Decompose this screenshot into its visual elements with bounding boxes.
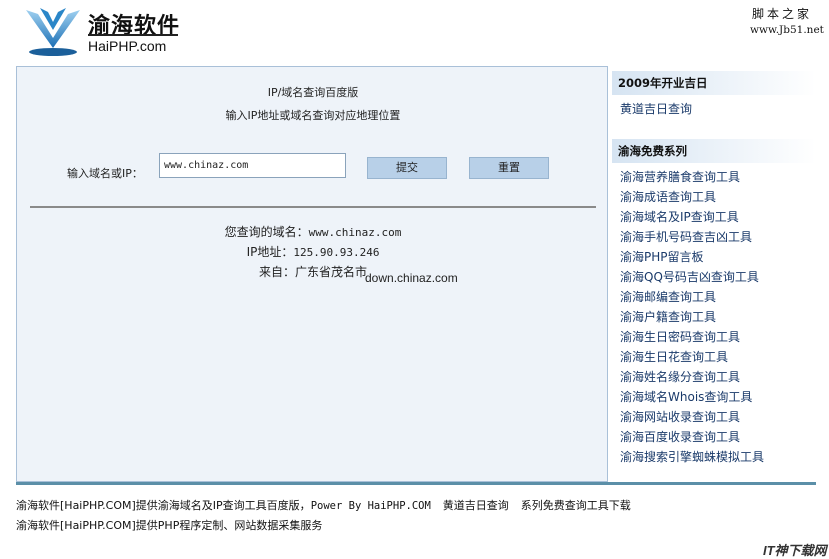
tool-subtitle: 输入IP地址或域名查询对应地理位置 <box>225 109 401 122</box>
tool-title: IP/域名查询百度版 <box>267 86 359 99</box>
sidebar-link[interactable]: 渝海户籍查询工具 <box>620 308 716 325</box>
footer-link-download[interactable]: 系列免费查询工具下载 <box>521 499 631 512</box>
submit-button[interactable]: 提交 <box>367 157 447 179</box>
result-domain-value: www.chinaz.com <box>308 226 402 239</box>
sidebar-link[interactable]: 渝海域名及IP查询工具 <box>620 208 739 225</box>
query-panel: IP/域名查询百度版 输入IP地址或域名查询对应地理位置 输入域名或IP： 提交… <box>16 66 608 482</box>
sidebar-link-huangdao[interactable]: 黄道吉日查询 <box>620 100 692 117</box>
sidebar-link[interactable]: 渝海生日花查询工具 <box>620 348 728 365</box>
brand-underline <box>88 34 178 36</box>
sidebar-section-opening-days-title: 2009年开业吉日 <box>612 71 816 95</box>
divider <box>30 206 596 208</box>
domain-input[interactable] <box>159 153 346 178</box>
sidebar-link[interactable]: 渝海搜索引擎蜘蛛模拟工具 <box>620 448 764 465</box>
sidebar-link[interactable]: 渝海域名Whois查询工具 <box>620 388 752 405</box>
result-location: 来自：广东省茂名市 <box>17 263 609 280</box>
footer-copyright-text: 渝海软件[HaiPHP.COM]提供渝海域名及IP查询工具百度版， <box>16 499 311 512</box>
sidebar-link[interactable]: 渝海网站收录查询工具 <box>620 408 740 425</box>
watermark-text: down.chinaz.com <box>365 271 458 285</box>
result-ip: IP地址：125.90.93.246 <box>17 243 609 260</box>
haiphp-logo-icon <box>26 8 80 56</box>
sidebar-link[interactable]: 渝海百度收录查询工具 <box>620 428 740 445</box>
sidebar-link[interactable]: 渝海生日密码查询工具 <box>620 328 740 345</box>
sidebar-link[interactable]: 渝海成语查询工具 <box>620 188 716 205</box>
brand-url: HaiPHP.com <box>88 38 167 54</box>
corner-site-url: www.Jb51.net <box>750 24 824 36</box>
corner-watermark-logo: IT神下载网 <box>763 543 827 558</box>
result-domain: 您查询的域名：www.chinaz.com <box>17 223 609 240</box>
sidebar-link[interactable]: 渝海姓名缘分查询工具 <box>620 368 740 385</box>
sidebar-section-free-series-title: 渝海免费系列 <box>612 139 816 163</box>
sidebar-link[interactable]: 渝海PHP留言板 <box>620 248 704 265</box>
result-location-label: 来自： <box>258 265 295 279</box>
footer-power-text: Power By HaiPHP.COM <box>310 500 431 512</box>
footer-line-1: 渝海软件[HaiPHP.COM]提供渝海域名及IP查询工具百度版，Power B… <box>16 497 631 513</box>
sidebar-link[interactable]: 渝海手机号码查吉凶工具 <box>620 228 752 245</box>
sidebar-link[interactable]: 渝海QQ号码吉凶查询工具 <box>620 268 759 285</box>
result-location-value: 广东省茂名市 <box>295 265 368 279</box>
sidebar-link[interactable]: 渝海邮编查询工具 <box>620 288 716 305</box>
corner-site-title: 脚本之家 <box>752 7 813 21</box>
footer-divider <box>16 482 816 485</box>
reset-button[interactable]: 重置 <box>469 157 549 179</box>
footer-line-2: 渝海软件[HaiPHP.COM]提供PHP程序定制、网站数据采集服务 <box>16 519 323 532</box>
result-domain-label: 您查询的域名： <box>224 225 309 239</box>
domain-input-label: 输入域名或IP： <box>67 167 143 180</box>
result-ip-label: IP地址： <box>246 245 294 259</box>
footer-link-huangdao[interactable]: 黄道吉日查询 <box>443 499 509 512</box>
sidebar-link[interactable]: 渝海营养膳食查询工具 <box>620 168 740 185</box>
result-ip-value: 125.90.93.246 <box>293 246 380 259</box>
